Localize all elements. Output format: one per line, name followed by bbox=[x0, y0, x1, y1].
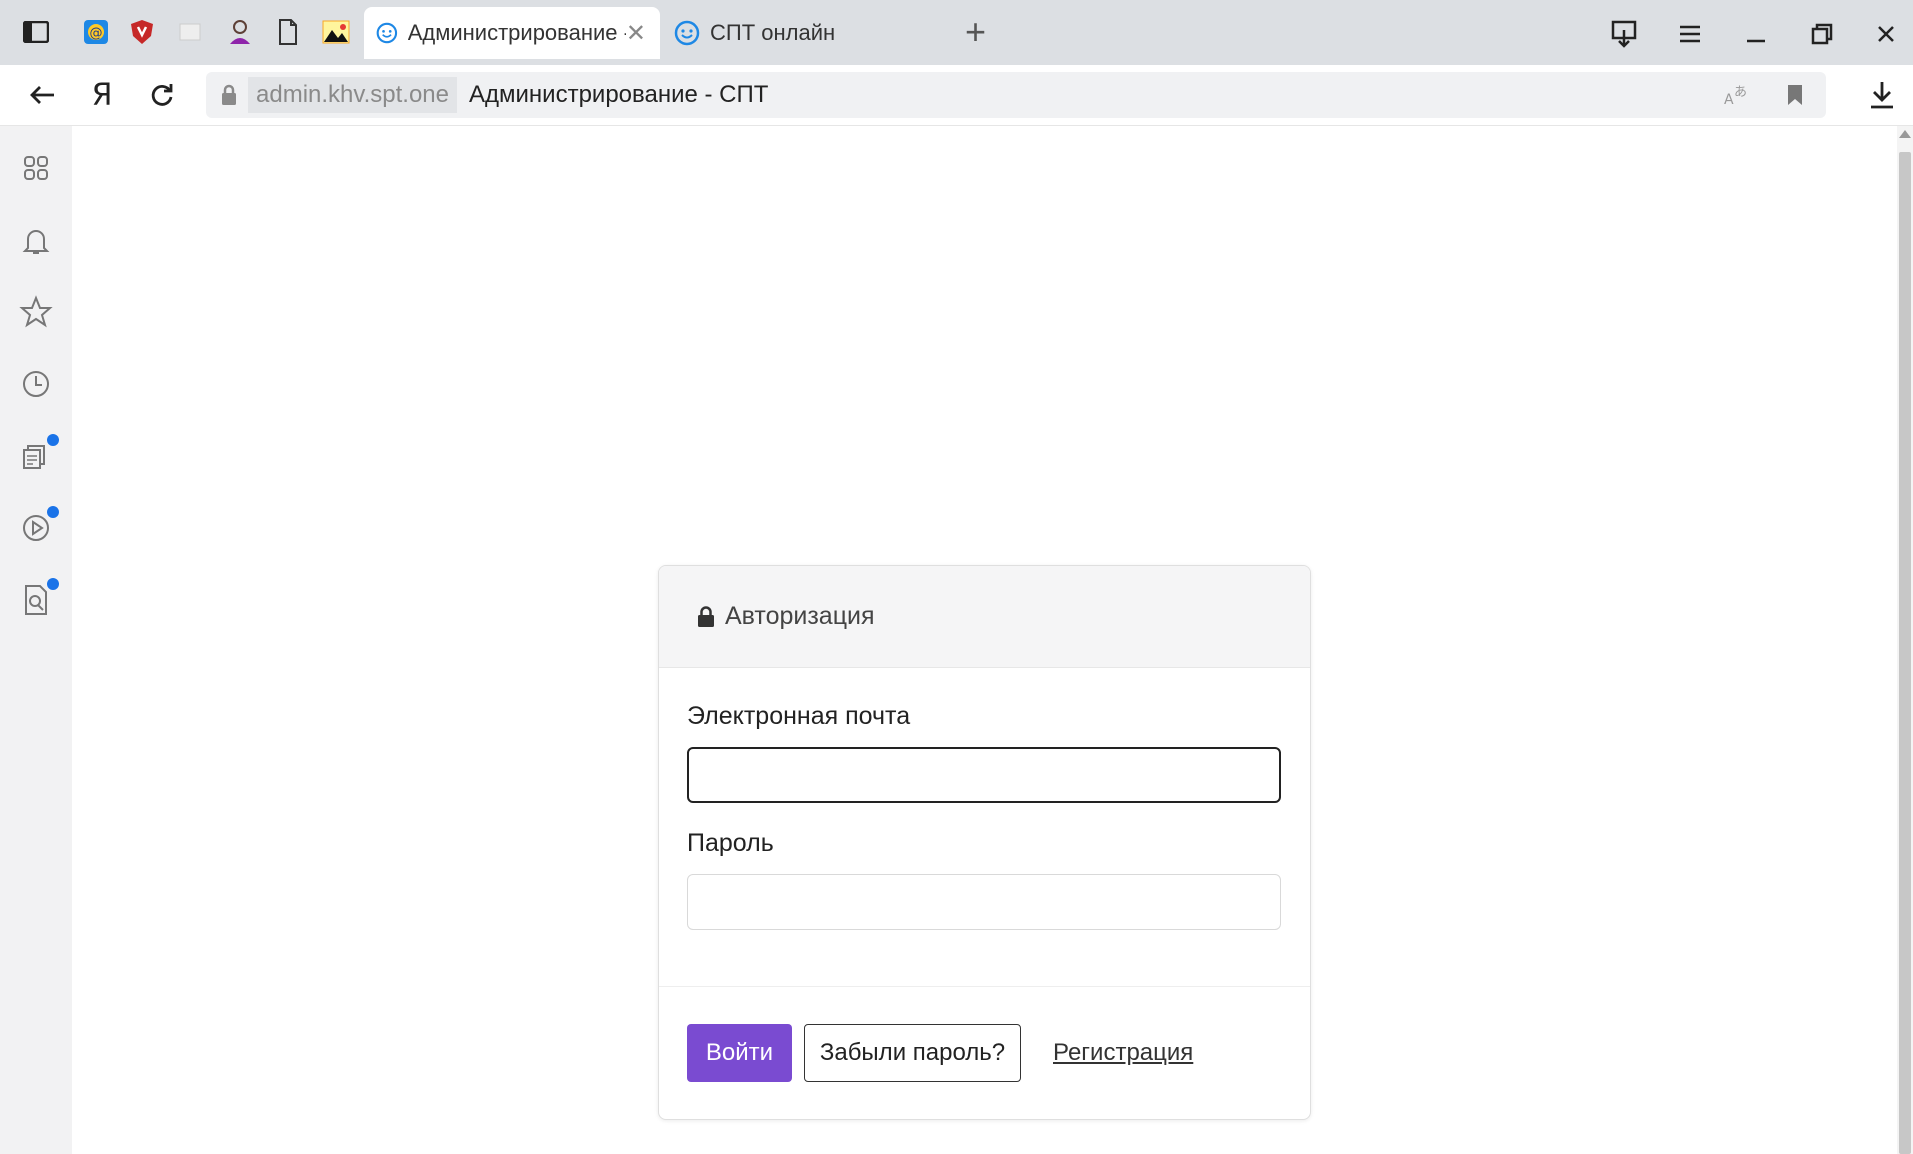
tab-admin[interactable]: Администрирование - СП ✕ bbox=[364, 7, 660, 59]
notification-dot bbox=[47, 578, 59, 590]
bookmark-icon[interactable] bbox=[1786, 83, 1804, 107]
notification-dot bbox=[47, 434, 59, 446]
password-field[interactable] bbox=[687, 874, 1281, 930]
login-button[interactable]: Войти bbox=[687, 1024, 792, 1082]
address-bar: Я admin.khv.spt.one Администрирование - … bbox=[0, 65, 1913, 126]
login-form: Электронная почта Пароль bbox=[659, 668, 1310, 930]
image-pinned-tab-icon[interactable] bbox=[172, 14, 208, 50]
login-card: Авторизация Электронная почта Пароль Вой… bbox=[658, 565, 1311, 1120]
tab-title: СПТ онлайн bbox=[710, 20, 836, 45]
svg-text:A: A bbox=[1724, 92, 1734, 108]
side-panel bbox=[0, 126, 72, 1154]
back-arrow-icon[interactable] bbox=[22, 75, 62, 115]
star-icon[interactable] bbox=[18, 294, 54, 330]
svg-text:@: @ bbox=[90, 26, 103, 41]
history-clock-icon[interactable] bbox=[18, 366, 54, 402]
tab-title: Администрирование - СП bbox=[407, 20, 626, 45]
yandex-logo-icon[interactable]: Я bbox=[82, 75, 122, 115]
mail-pinned-tab-icon[interactable]: @ bbox=[78, 14, 114, 50]
menu-icon[interactable] bbox=[1670, 14, 1710, 54]
forgot-password-button[interactable]: Забыли пароль? bbox=[804, 1024, 1021, 1082]
person-pinned-tab-icon[interactable] bbox=[222, 14, 258, 50]
minimize-icon[interactable] bbox=[1736, 14, 1776, 54]
lock-icon[interactable] bbox=[220, 84, 238, 106]
email-field[interactable] bbox=[687, 747, 1281, 803]
tab-close-icon[interactable]: ✕ bbox=[626, 19, 646, 48]
scrollbar-thumb[interactable] bbox=[1899, 152, 1911, 1154]
new-tab-plus-icon[interactable]: + bbox=[965, 14, 986, 50]
apps-grid-icon[interactable] bbox=[18, 150, 54, 186]
register-link[interactable]: Регистрация bbox=[1053, 1039, 1193, 1067]
close-window-icon[interactable] bbox=[1866, 14, 1906, 54]
notification-dot bbox=[47, 506, 59, 518]
bell-icon[interactable] bbox=[18, 222, 54, 258]
download-icon[interactable] bbox=[1862, 75, 1902, 115]
translate-icon[interactable]: Aあ bbox=[1722, 82, 1752, 108]
tab-spt-online[interactable]: СПТ онлайн bbox=[662, 7, 962, 59]
card-title: Авторизация bbox=[725, 602, 875, 630]
sidebar-toggle-icon[interactable] bbox=[18, 14, 54, 50]
svg-text:あ: あ bbox=[1734, 85, 1747, 100]
url-field[interactable]: admin.khv.spt.one Администрирование - СП… bbox=[206, 72, 1826, 118]
lock-icon bbox=[698, 605, 714, 627]
smile-favicon-icon bbox=[674, 20, 700, 46]
url-page-title: Администрирование - СПТ bbox=[469, 81, 769, 108]
shield-pinned-tab-icon[interactable] bbox=[124, 14, 160, 50]
card-header: Авторизация bbox=[659, 566, 1310, 668]
password-label: Пароль bbox=[687, 829, 774, 857]
document-pinned-tab-icon[interactable] bbox=[270, 14, 306, 50]
email-label: Электронная почта bbox=[687, 702, 911, 730]
tab-list-icon[interactable] bbox=[1604, 14, 1644, 54]
url-domain: admin.khv.spt.one bbox=[248, 77, 457, 113]
reload-icon[interactable] bbox=[142, 75, 182, 115]
scroll-up-arrow-icon[interactable] bbox=[1899, 130, 1911, 138]
picture-pinned-tab-icon[interactable] bbox=[318, 14, 354, 50]
restore-icon[interactable] bbox=[1802, 14, 1842, 54]
card-footer: Войти Забыли пароль? Регистрация bbox=[659, 986, 1310, 1119]
smile-favicon-icon bbox=[376, 22, 398, 44]
tab-bar: @ Администрирование - СП ✕ СПТ онлайн + bbox=[0, 0, 1913, 65]
